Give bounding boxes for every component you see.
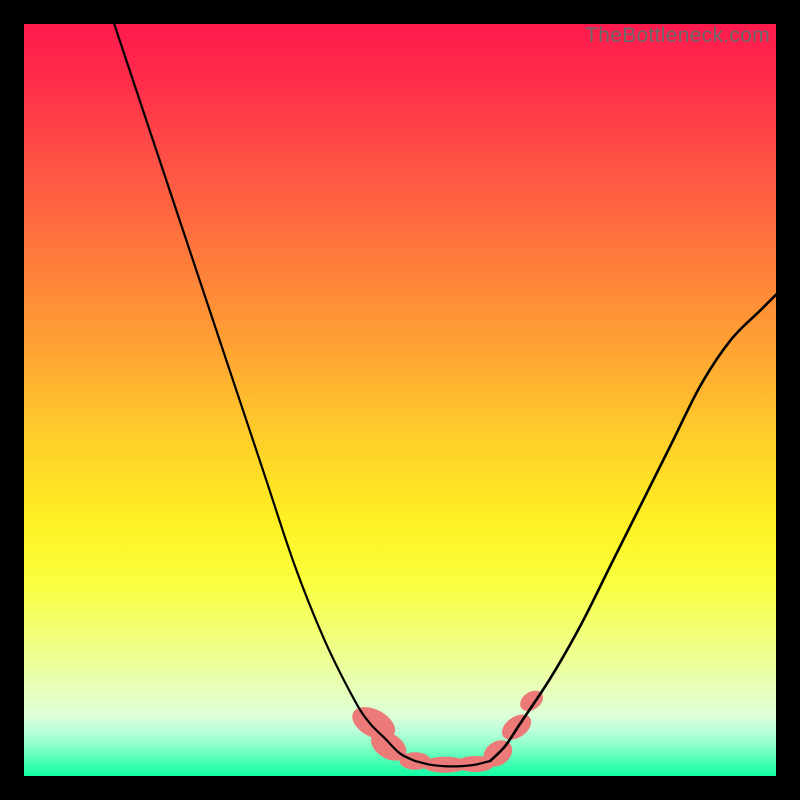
outer-frame: TheBottleneck.com xyxy=(0,0,800,800)
curves-svg xyxy=(24,24,776,776)
left-curve xyxy=(114,24,415,761)
plot-area: TheBottleneck.com xyxy=(24,24,776,776)
